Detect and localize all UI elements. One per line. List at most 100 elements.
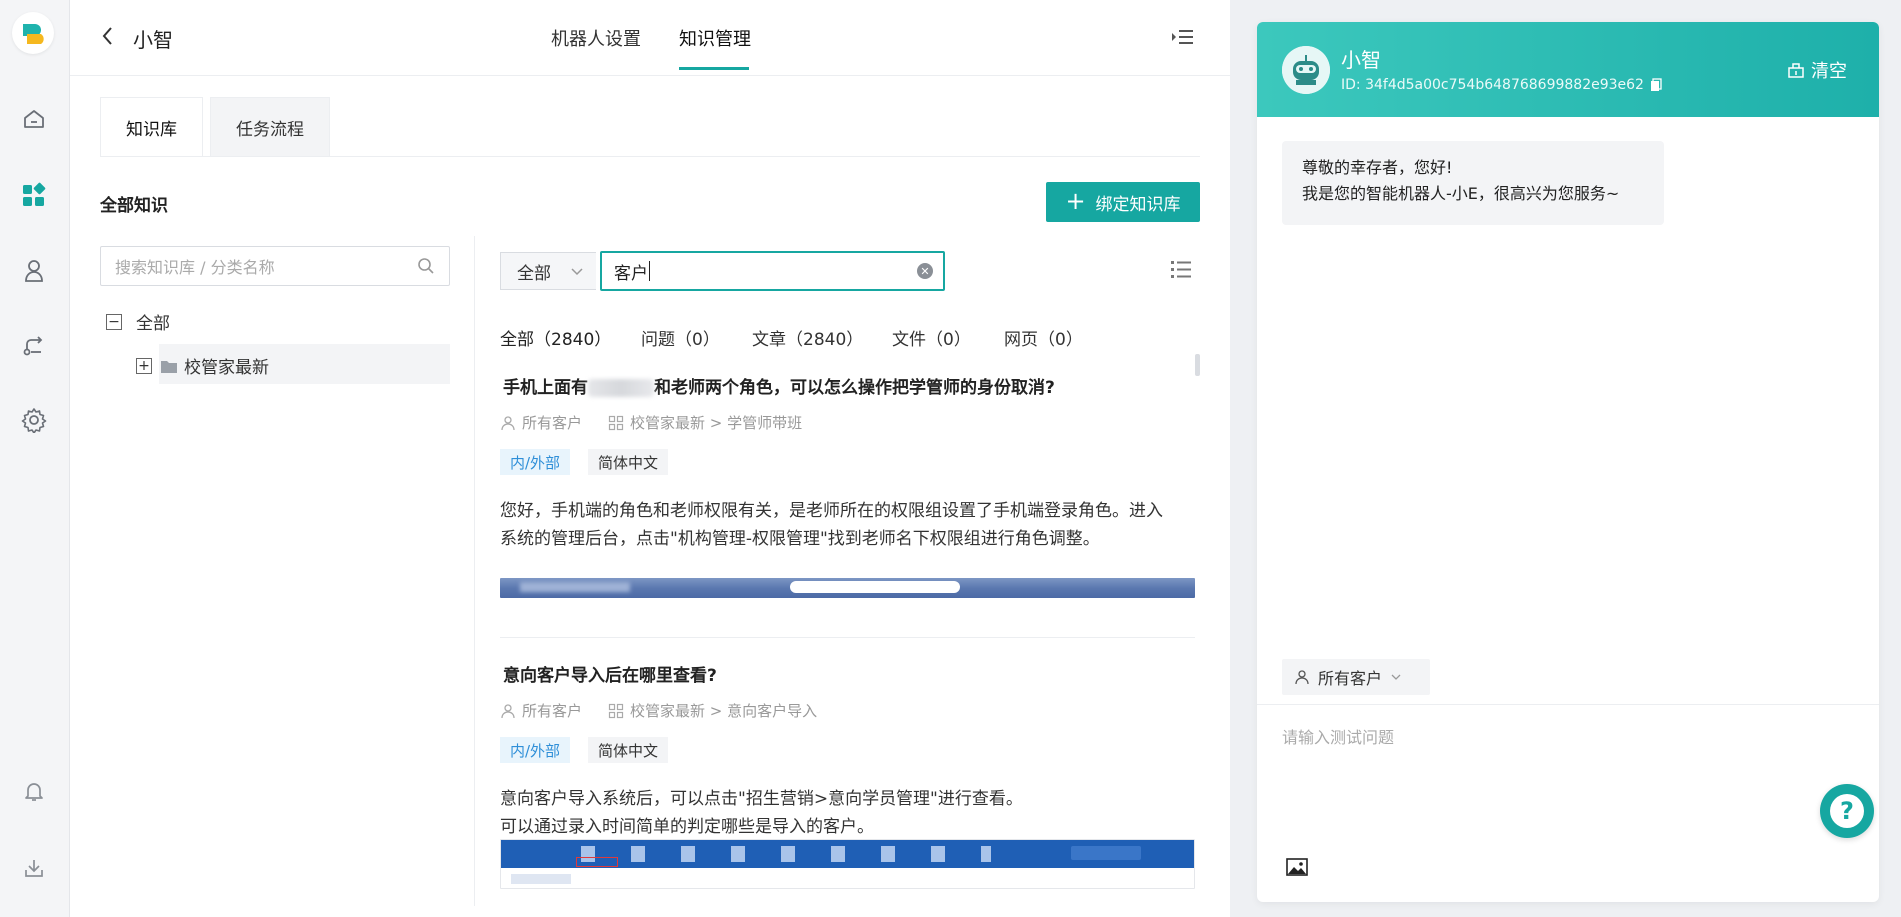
logo-icon — [23, 24, 44, 44]
bind-button-label: 绑定知识库 — [1095, 194, 1181, 215]
gear-icon — [21, 408, 47, 433]
result-screenshot-thumbnail[interactable] — [500, 839, 1195, 889]
redacted-text — [588, 379, 654, 397]
result-body-line: 系统的管理后台，点击"机构管理-权限管理"找到老师名下权限组进行角色调整。 — [500, 529, 1100, 549]
thumb-highlight — [576, 857, 618, 867]
nav-settings[interactable] — [19, 405, 49, 435]
scope-tag: 内/外部 — [500, 737, 571, 763]
chevron-down-icon — [571, 268, 583, 276]
question-icon: ? — [1830, 794, 1864, 828]
audience-select-value: 所有客户 — [1318, 669, 1383, 688]
image-icon — [1286, 858, 1308, 876]
folder-icon — [161, 360, 177, 373]
subtab-task-flow[interactable]: 任务流程 — [210, 97, 330, 157]
result-title[interactable]: 手机上面有 和老师两个角色，可以怎么操作把学管师的身份取消? — [503, 373, 1055, 398]
category-tab-articles[interactable]: 文章（2840） — [752, 325, 863, 350]
nav-home[interactable] — [19, 104, 49, 134]
user-icon — [501, 703, 515, 718]
result-title-part: 手机上面有 — [503, 378, 588, 398]
category-tab-all[interactable]: 全部（2840） — [500, 325, 611, 350]
language-tag: 简体中文 — [588, 449, 669, 475]
bot-id-text: ID: 34f4d5a00c754b648768699882e93e62 — [1341, 77, 1644, 93]
bell-icon — [25, 783, 43, 801]
pane-divider — [474, 236, 475, 906]
chat-input-divider — [1257, 704, 1879, 705]
greeting-line: 我是您的智能机器人-小E，很高兴为您服务~ — [1302, 184, 1620, 203]
insert-image-button[interactable] — [1286, 857, 1308, 877]
search-query: 客户 — [614, 263, 648, 284]
scope-select[interactable]: 全部 — [500, 252, 596, 290]
scope-tag: 内/外部 — [500, 449, 571, 475]
tree-node-all[interactable]: − 全部 — [106, 309, 170, 334]
category-tab-questions[interactable]: 问题（0） — [641, 325, 720, 350]
bot-avatar — [1282, 46, 1330, 94]
result-body: 您好，手机端的角色和老师权限有关，是老师所在的权限组设置了手机端登录角色。进入 … — [500, 497, 1200, 553]
tree-search-placeholder: 搜索知识库 / 分类名称 — [115, 258, 275, 277]
nav-apps[interactable] — [19, 180, 49, 210]
text-caret — [649, 261, 650, 281]
main-panel: 小智 机器人设置 知识管理 知识库 任务流程 全部知识 + 绑定知识库 搜索知识… — [70, 0, 1230, 917]
result-body: 意向客户导入系统后，可以点击"招生营销>意向学员管理"进行查看。 可以通过录入时… — [500, 785, 1200, 841]
search-icon — [418, 258, 434, 274]
category-tab-files[interactable]: 文件（0） — [892, 325, 971, 350]
top-bar: 小智 机器人设置 知识管理 — [70, 0, 1230, 76]
chevron-down-icon — [1391, 674, 1401, 680]
app-logo[interactable] — [12, 12, 54, 54]
result-title[interactable]: 意向客户导入后在哪里查看? — [503, 661, 717, 686]
back-button[interactable] — [98, 24, 118, 48]
active-tab-indicator — [679, 67, 749, 70]
help-button[interactable]: ? — [1820, 784, 1874, 838]
clear-search-icon[interactable]: ✕ — [917, 263, 933, 279]
thumb-content — [511, 874, 571, 884]
tab-bot-settings[interactable]: 机器人设置 — [551, 25, 641, 51]
result-path: 校管家最新 > 意向客户导入 — [630, 702, 818, 720]
result-title-part: 和老师两个角色，可以怎么操作把学管师的身份取消? — [654, 378, 1055, 398]
tab-knowledge-management[interactable]: 知识管理 — [679, 25, 751, 51]
tree-collapse-toggle[interactable]: − — [106, 313, 122, 330]
audience-select[interactable]: 所有客户 — [1282, 659, 1430, 695]
tree-search-input[interactable]: 搜索知识库 / 分类名称 — [100, 246, 450, 286]
scope-select-value: 全部 — [517, 263, 551, 284]
chevron-left-icon — [102, 27, 112, 45]
home-icon — [24, 110, 44, 128]
knowledge-search-input[interactable]: 客户 ✕ — [600, 251, 945, 291]
tree-expand-toggle[interactable]: + — [136, 357, 152, 374]
user-icon — [501, 415, 515, 430]
result-body-line: 可以通过录入时间简单的判定哪些是导入的客户。 — [500, 817, 874, 837]
subtab-knowledge-base[interactable]: 知识库 — [100, 97, 203, 157]
apps-icon — [23, 182, 46, 206]
thumb-nav-items — [581, 846, 991, 862]
nav-profile[interactable] — [19, 256, 49, 286]
thumb-select — [1071, 846, 1141, 860]
bind-knowledge-base-button[interactable]: + 绑定知识库 — [1046, 182, 1200, 222]
chat-test-panel: 小智 ID: 34f4d5a00c754b648768699882e93e62 … — [1257, 22, 1879, 902]
collapse-panel-button[interactable] — [1170, 26, 1194, 48]
result-body-line: 意向客户导入系统后，可以点击"招生营销>意向学员管理"进行查看。 — [500, 789, 1023, 809]
thumb-searchbar — [790, 581, 960, 593]
result-body-line: 您好，手机端的角色和老师权限有关，是老师所在的权限组设置了手机端登录角色。进入 — [500, 501, 1163, 521]
download-icon — [25, 860, 43, 877]
plus-icon: + — [1065, 187, 1086, 215]
thumb-blur — [520, 582, 630, 592]
chat-header: 小智 ID: 34f4d5a00c754b648768699882e93e62 … — [1257, 22, 1879, 117]
robot-icon — [1282, 46, 1330, 94]
user-icon — [1295, 670, 1309, 685]
nav-notifications[interactable] — [19, 776, 49, 806]
list-view-icon — [1171, 261, 1191, 278]
tree-node-xiaoguanjia[interactable]: + 校管家最新 — [136, 353, 269, 378]
result-screenshot-thumbnail[interactable] — [500, 578, 1195, 598]
results-scrollbar[interactable] — [1195, 354, 1200, 376]
chat-test-input[interactable]: 请输入测试问题 — [1282, 724, 1394, 748]
chat-bot-name: 小智 — [1341, 48, 1381, 72]
result-meta: 所有客户 校管家最新 > 意向客户导入 — [500, 700, 817, 721]
greeting-line: 尊敬的幸存者，您好! — [1302, 158, 1453, 177]
clear-chat-button[interactable]: 清空 — [1787, 57, 1847, 83]
nav-download[interactable] — [19, 853, 49, 883]
list-view-button[interactable] — [1170, 258, 1192, 280]
result-audience: 所有客户 — [522, 702, 583, 720]
result-path: 校管家最新 > 学管师带班 — [630, 414, 803, 432]
category-tab-webpages[interactable]: 网页（0） — [1004, 325, 1083, 350]
nav-workflow[interactable] — [19, 331, 49, 361]
section-title: 全部知识 — [100, 196, 168, 216]
copy-icon[interactable] — [1650, 78, 1662, 92]
